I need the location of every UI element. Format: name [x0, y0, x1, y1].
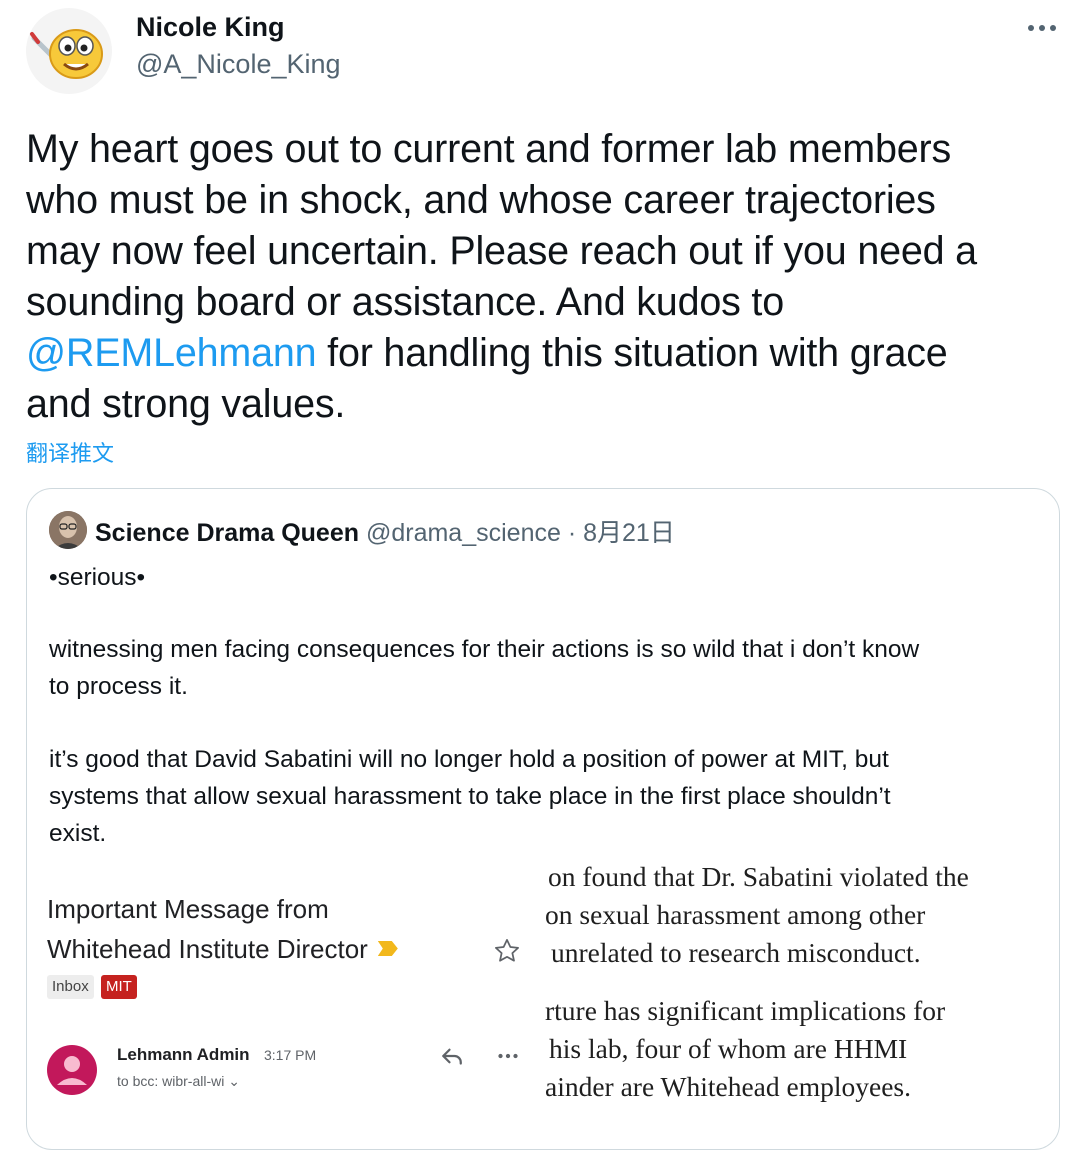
chevron-down-icon: ⌄ [228, 1073, 240, 1089]
tweet-text-line: and strong values. [26, 382, 346, 426]
document-line: rture has significant implications for [545, 995, 946, 1026]
quote-text-line: to process it. [49, 673, 188, 700]
star-icon[interactable] [493, 937, 521, 965]
quote-text-line: •serious• [49, 564, 146, 591]
quote-separator: · [560, 519, 584, 547]
tweet-text-line: My heart goes out to current and former … [26, 127, 952, 171]
email-subject: Important Message from Whitehead Institu… [47, 889, 398, 969]
recipients-text: to bcc: wibr-all-wi [117, 1073, 225, 1089]
tweet-text: My heart goes out to current and former … [26, 124, 1066, 430]
quote-author-name[interactable]: Science Drama Queen [95, 519, 359, 547]
quote-date[interactable]: 8月21日 [583, 519, 675, 547]
person-photo-icon [49, 511, 87, 549]
emoji-avatar-icon [26, 8, 112, 94]
reply-icon[interactable] [437, 1041, 467, 1071]
document-line: his lab, four of whom are HHMI [549, 1033, 908, 1064]
email-subject-text: Whitehead Institute Director [47, 934, 368, 964]
author-avatar[interactable] [26, 8, 112, 94]
quoted-tweet[interactable]: Science Drama Queen @drama_science · 8月2… [26, 488, 1060, 1150]
recipients-dropdown[interactable]: to bcc: wibr-all-wi ⌄ [117, 1073, 240, 1090]
tweet-text-line: @REMLehmann for handling this situation … [26, 328, 1066, 379]
more-horizontal-icon[interactable] [493, 1041, 523, 1071]
quote-text-line: exist. [49, 820, 107, 847]
quote-body: it’s good that David Sabatini will no lo… [49, 741, 891, 852]
quote-author-handle[interactable]: @drama_science [366, 519, 561, 547]
tweet-text-segment: for handling this situation with grace [316, 331, 948, 375]
quote-author-avatar [49, 511, 87, 549]
inbox-label[interactable]: Inbox [47, 975, 94, 999]
author-handle[interactable]: @A_Nicole_King [136, 49, 341, 80]
email-subject-line: Important Message from [47, 894, 329, 924]
sender-time: 3:17 PM [264, 1047, 317, 1063]
quote-body: witnessing men facing consequences for t… [49, 631, 919, 705]
document-line: ainder are Whitehead employees. [545, 1071, 911, 1102]
person-icon [57, 1056, 87, 1085]
quote-text-line: systems that allow sexual harassment to … [49, 783, 891, 810]
email-subject-line: Whitehead Institute Director [47, 929, 398, 969]
importance-marker-icon [377, 941, 398, 956]
attached-image[interactable]: Important Message from Whitehead Institu… [27, 861, 1059, 1149]
translate-tweet-link[interactable]: 翻译推文 [26, 436, 114, 468]
tweet-text-line: may now feel uncertain. Please reach out… [26, 229, 977, 273]
quote-text-line: it’s good that David Sabatini will no lo… [49, 746, 889, 773]
quote-header: Science Drama Queen @drama_science · 8月2… [95, 513, 675, 549]
document-line: on found that Dr. Sabatini violated the [548, 861, 969, 892]
document-line: unrelated to research misconduct. [551, 937, 921, 968]
quote-body: •serious• [49, 559, 145, 596]
document-excerpt: on found that Dr. Sabatini violated the … [545, 861, 1059, 1149]
author-name[interactable]: Nicole King [136, 12, 285, 43]
sender-avatar [47, 1045, 97, 1095]
mit-label[interactable]: MIT [101, 975, 137, 999]
more-horizontal-icon [1028, 25, 1056, 31]
quote-text-line: witnessing men facing consequences for t… [49, 636, 920, 663]
tweet-text-line: sounding board or assistance. And kudos … [26, 280, 784, 324]
tweet-text-line: who must be in shock, and whose career t… [26, 178, 936, 222]
document-line: on sexual harassment among other [545, 899, 926, 930]
sender-name: Lehmann Admin [117, 1045, 250, 1064]
more-options-button[interactable] [1022, 8, 1062, 48]
mention-link[interactable]: @REMLehmann [26, 331, 317, 375]
